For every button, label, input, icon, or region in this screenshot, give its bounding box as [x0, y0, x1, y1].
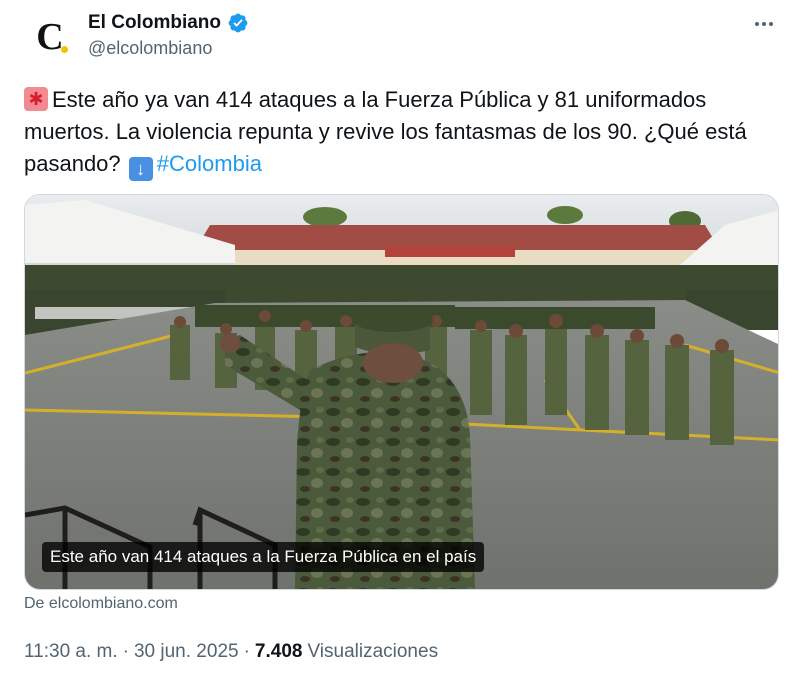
views-count: 7.408 [254, 641, 303, 662]
author-display-name[interactable]: El Colombiano [88, 12, 221, 34]
separator-dot: · [243, 641, 250, 662]
tweet-time[interactable]: 11:30 a. m. [24, 641, 118, 663]
views-label: Visualizaciones [307, 641, 439, 662]
hashtag-link[interactable]: #Colombia [157, 151, 262, 176]
tweet-meta: 11:30 a. m. · 30 jun. 2025 · 7.408 Visua… [24, 641, 438, 663]
avatar-logo-letter: C [36, 16, 64, 58]
siren-emoji-icon [24, 87, 48, 111]
author-handle[interactable]: @elcolombiano [88, 38, 249, 59]
more-dot-icon [769, 22, 773, 26]
media-caption: Este año van 414 ataques a la Fuerza Púb… [42, 542, 485, 572]
source-link[interactable]: De elcolombiano.com [24, 595, 178, 613]
separator-dot: · [122, 641, 129, 662]
tweet-header: C El Colombiano @elcolombiano [24, 10, 784, 66]
avatar[interactable]: C [24, 12, 76, 64]
verified-badge-icon [228, 13, 248, 33]
more-options-button[interactable] [750, 12, 778, 36]
avatar-logo-dot [61, 46, 68, 53]
more-dot-icon [755, 22, 759, 26]
military-parade-photo [25, 195, 778, 589]
tweet-text: Este año ya van 414 ataques a la Fuerza … [24, 84, 764, 181]
author-names: El Colombiano @elcolombiano [88, 10, 249, 59]
link-card-image[interactable]: Este año van 414 ataques a la Fuerza Púb… [24, 194, 779, 590]
more-dot-icon [762, 22, 766, 26]
down-arrow-emoji-icon: ↓ [128, 157, 153, 181]
tweet-date[interactable]: 30 jun. 2025 [134, 641, 239, 663]
